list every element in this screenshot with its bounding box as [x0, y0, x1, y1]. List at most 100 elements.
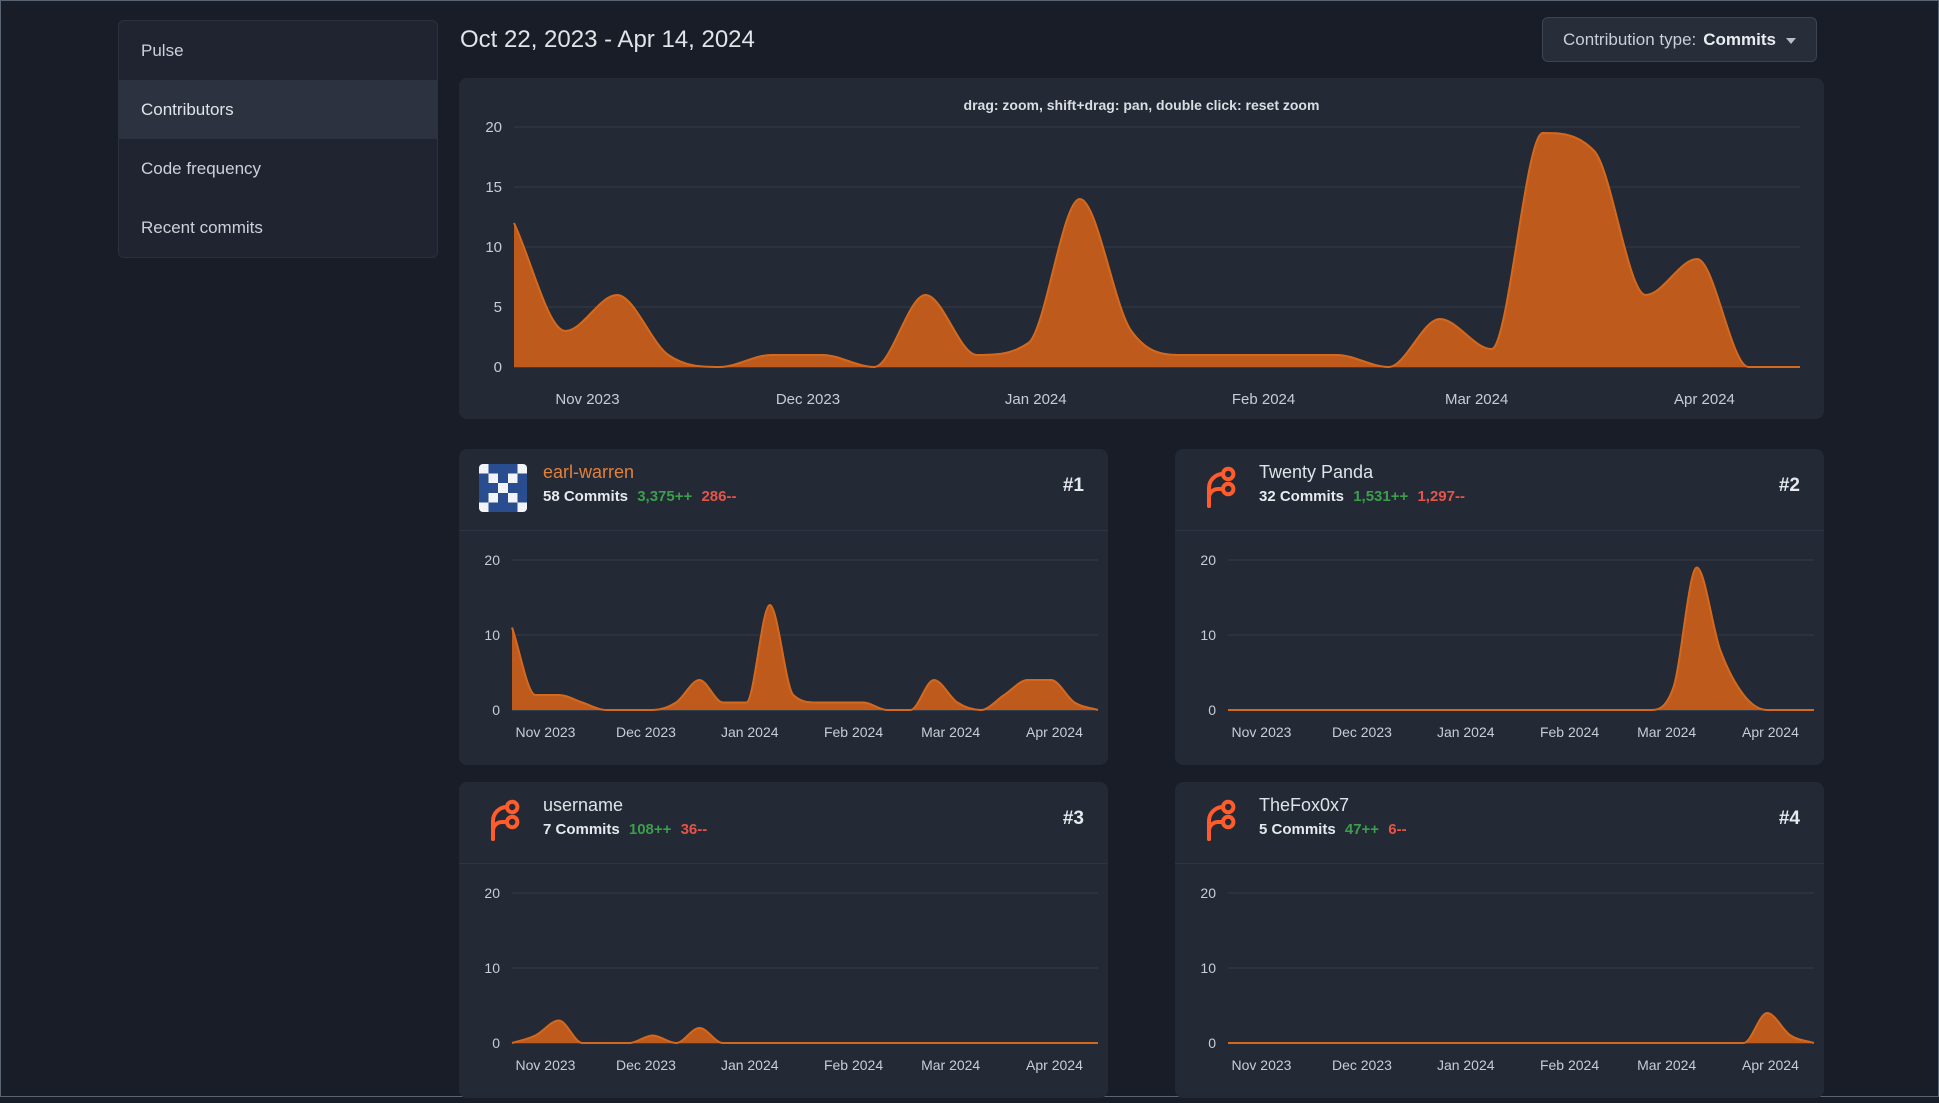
contributor-card-header: username 7 Commits 108++ 36-- #3 — [459, 782, 1108, 864]
svg-text:Mar 2024: Mar 2024 — [921, 724, 980, 740]
svg-text:Jan 2024: Jan 2024 — [721, 724, 779, 740]
contributor-commit-chart[interactable]: 0 10 20 Nov 2023 Dec 2023 Jan 2024 Feb 2024 Mar… — [459, 530, 1108, 765]
contributor-card-header: TheFox0x7 5 Commits 47++ 6-- #4 — [1175, 782, 1824, 864]
svg-text:Feb 2024: Feb 2024 — [1540, 724, 1599, 740]
svg-text:0: 0 — [492, 1035, 500, 1051]
svg-text:20: 20 — [485, 119, 502, 136]
svg-text:Feb 2024: Feb 2024 — [1540, 1057, 1599, 1073]
contributor-avatar[interactable] — [479, 464, 527, 512]
sidebar-item-contributors[interactable]: Contributors — [119, 80, 437, 139]
svg-text:Dec 2023: Dec 2023 — [1332, 724, 1392, 740]
contributor-stats: 7 Commits 108++ 36-- — [543, 821, 707, 838]
contributor-avatar[interactable] — [479, 797, 527, 845]
deletions-count: 1,297-- — [1417, 488, 1465, 505]
commit-count: 5 Commits — [1259, 821, 1336, 838]
svg-text:Feb 2024: Feb 2024 — [1232, 391, 1295, 408]
contributor-avatar[interactable] — [1195, 464, 1243, 512]
svg-text:Mar 2024: Mar 2024 — [921, 1057, 980, 1073]
contributor-stats: 58 Commits 3,375++ 286-- — [543, 488, 736, 505]
contributor-name[interactable]: username — [543, 795, 707, 816]
contributor-commit-chart[interactable]: 0 10 20 Nov 2023 Dec 2023 Jan 2024 Feb 2024 Mar… — [1175, 530, 1824, 765]
svg-text:Feb 2024: Feb 2024 — [824, 1057, 883, 1073]
additions-count: 108++ — [628, 821, 672, 838]
additions-count: 3,375++ — [637, 488, 693, 505]
deletions-count: 6-- — [1388, 821, 1407, 838]
svg-text:Jan 2024: Jan 2024 — [1437, 1057, 1495, 1073]
contributor-card-header: earl-warren 58 Commits 3,375++ 286-- #1 — [459, 449, 1108, 531]
forgejo-logo-icon — [1207, 799, 1236, 841]
svg-text:0: 0 — [494, 359, 502, 376]
svg-text:10: 10 — [484, 960, 500, 976]
contributor-avatar[interactable] — [1195, 797, 1243, 845]
svg-text:Mar 2024: Mar 2024 — [1637, 724, 1696, 740]
contribution-type-value: Commits — [1703, 29, 1776, 49]
svg-text:20: 20 — [1200, 885, 1216, 901]
svg-text:Nov 2023: Nov 2023 — [1232, 1057, 1292, 1073]
contribution-type-label: Contribution type: — [1563, 29, 1697, 49]
commit-count: 7 Commits — [543, 821, 620, 838]
svg-text:15: 15 — [485, 179, 502, 196]
caret-down-icon — [1786, 38, 1796, 44]
total-contributions-chart[interactable]: 0 5 10 15 20 Nov 2023 Dec 2023 Jan 2024 Feb 2024… — [459, 78, 1824, 419]
svg-text:5: 5 — [494, 299, 502, 316]
svg-text:20: 20 — [484, 552, 500, 568]
svg-text:Dec 2023: Dec 2023 — [616, 724, 676, 740]
contributor-card: Twenty Panda 32 Commits 1,531++ 1,297-- … — [1175, 449, 1824, 765]
svg-text:Mar 2024: Mar 2024 — [1637, 1057, 1696, 1073]
deletions-count: 36-- — [680, 821, 708, 838]
svg-text:Nov 2023: Nov 2023 — [1232, 724, 1292, 740]
additions-count: 47++ — [1344, 821, 1380, 838]
contributor-commit-chart[interactable]: 0 10 20 Nov 2023 Dec 2023 Jan 2024 Feb 2024 Mar… — [1175, 863, 1824, 1098]
forgejo-logo-icon — [491, 799, 520, 841]
contributor-name[interactable]: Twenty Panda — [1259, 462, 1465, 483]
contributor-rank: #2 — [1778, 475, 1800, 496]
svg-text:Dec 2023: Dec 2023 — [616, 1057, 676, 1073]
contributor-rank: #4 — [1778, 808, 1800, 829]
sidebar-item-recent-commits[interactable]: Recent commits — [119, 198, 437, 257]
sidebar-item-pulse[interactable]: Pulse — [119, 21, 437, 80]
svg-text:10: 10 — [485, 239, 502, 256]
commit-count: 58 Commits — [543, 488, 629, 505]
svg-text:Apr 2024: Apr 2024 — [1742, 1057, 1799, 1073]
svg-text:0: 0 — [492, 702, 500, 718]
contributor-commit-chart[interactable]: 0 10 20 Nov 2023 Dec 2023 Jan 2024 Feb 2024 Mar… — [459, 863, 1108, 1098]
svg-text:Apr 2024: Apr 2024 — [1026, 724, 1083, 740]
contributor-rank: #3 — [1062, 808, 1084, 829]
date-range-title: Oct 22, 2023 - Apr 14, 2024 — [460, 26, 755, 53]
contributor-card: TheFox0x7 5 Commits 47++ 6-- #4 0 10 20 Nov… — [1175, 782, 1824, 1098]
contribution-type-dropdown[interactable]: Contribution type: Commits — [1542, 17, 1817, 62]
total-contributions-panel: drag: zoom, shift+drag: pan, double clic… — [459, 78, 1824, 419]
contributor-name[interactable]: earl-warren — [543, 462, 736, 483]
forgejo-logo-icon — [1207, 466, 1236, 508]
svg-text:Jan 2024: Jan 2024 — [1005, 391, 1067, 408]
contributor-name[interactable]: TheFox0x7 — [1259, 795, 1407, 816]
activity-sidebar: Pulse Contributors Code frequency Recent… — [118, 20, 438, 258]
svg-text:Dec 2023: Dec 2023 — [1332, 1057, 1392, 1073]
svg-text:0: 0 — [1208, 1035, 1216, 1051]
svg-text:10: 10 — [1200, 627, 1216, 643]
contributor-rank: #1 — [1062, 475, 1084, 496]
svg-text:Jan 2024: Jan 2024 — [1437, 724, 1495, 740]
svg-text:10: 10 — [1200, 960, 1216, 976]
svg-text:Nov 2023: Nov 2023 — [555, 391, 619, 408]
svg-text:Nov 2023: Nov 2023 — [516, 1057, 576, 1073]
sidebar-item-code-frequency[interactable]: Code frequency — [119, 139, 437, 198]
svg-text:Dec 2023: Dec 2023 — [776, 391, 840, 408]
svg-text:Apr 2024: Apr 2024 — [1674, 391, 1735, 408]
additions-count: 1,531++ — [1353, 488, 1409, 505]
svg-text:Feb 2024: Feb 2024 — [824, 724, 883, 740]
contributor-card-header: Twenty Panda 32 Commits 1,531++ 1,297-- … — [1175, 449, 1824, 531]
svg-text:Jan 2024: Jan 2024 — [721, 1057, 779, 1073]
svg-text:20: 20 — [484, 885, 500, 901]
svg-text:10: 10 — [484, 627, 500, 643]
contributor-stats: 5 Commits 47++ 6-- — [1259, 821, 1407, 838]
svg-text:20: 20 — [1200, 552, 1216, 568]
svg-text:0: 0 — [1208, 702, 1216, 718]
svg-text:Apr 2024: Apr 2024 — [1026, 1057, 1083, 1073]
svg-text:Apr 2024: Apr 2024 — [1742, 724, 1799, 740]
deletions-count: 286-- — [701, 488, 737, 505]
identicon-avatar-image — [479, 464, 527, 512]
svg-text:Mar 2024: Mar 2024 — [1445, 391, 1508, 408]
contributor-card: earl-warren 58 Commits 3,375++ 286-- #1 … — [459, 449, 1108, 765]
contributor-stats: 32 Commits 1,531++ 1,297-- — [1259, 488, 1465, 505]
